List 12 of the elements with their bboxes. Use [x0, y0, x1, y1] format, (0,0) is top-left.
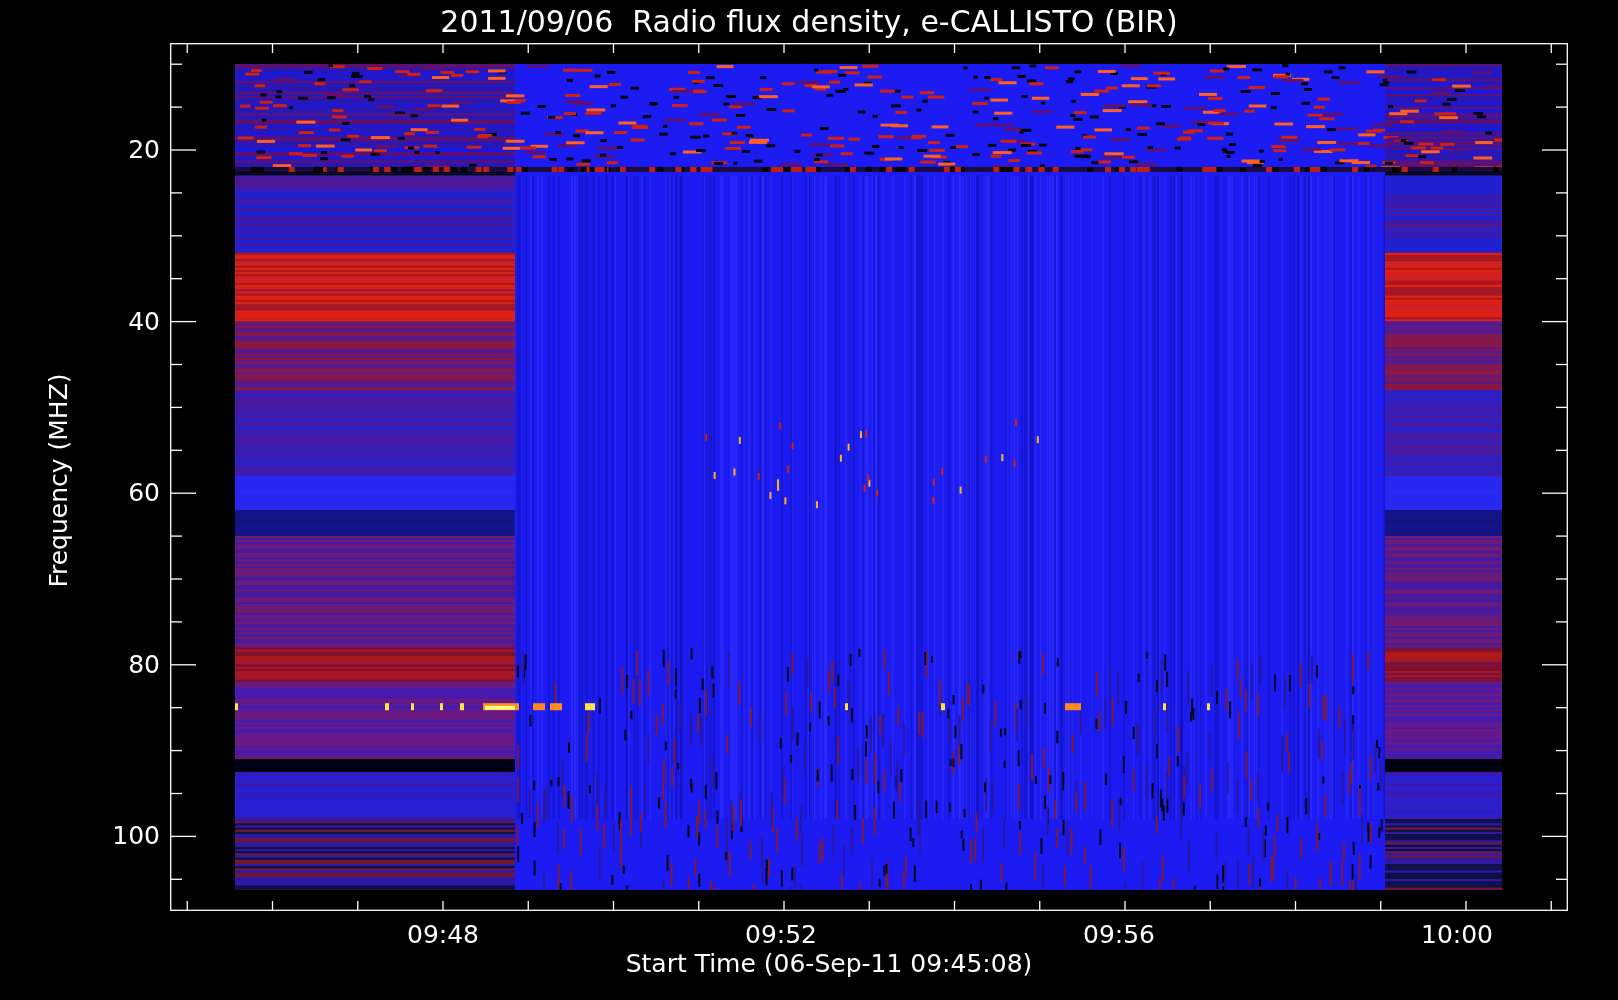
x-tick-label: 09:48 [407, 922, 480, 947]
x-tick-label: 09:56 [1083, 922, 1156, 947]
y-tick-label: 80 [128, 651, 160, 677]
y-tick-label: 60 [128, 480, 160, 506]
x-axis-label: Start Time (06-Sep-11 09:45:08) [625, 951, 1033, 976]
y-tick-label: 20 [128, 137, 160, 162]
y-tick-label: 100 [112, 823, 160, 849]
x-tick-label: 10:00 [1421, 922, 1494, 947]
chart-title: 2011/09/06 Radio flux density, e-CALLISTO (BIR) [440, 6, 1178, 37]
y-tick-label: 40 [128, 308, 160, 334]
x-tick-label: 09:52 [745, 922, 818, 947]
y-axis-label: Frequency (MHZ) [45, 372, 71, 588]
